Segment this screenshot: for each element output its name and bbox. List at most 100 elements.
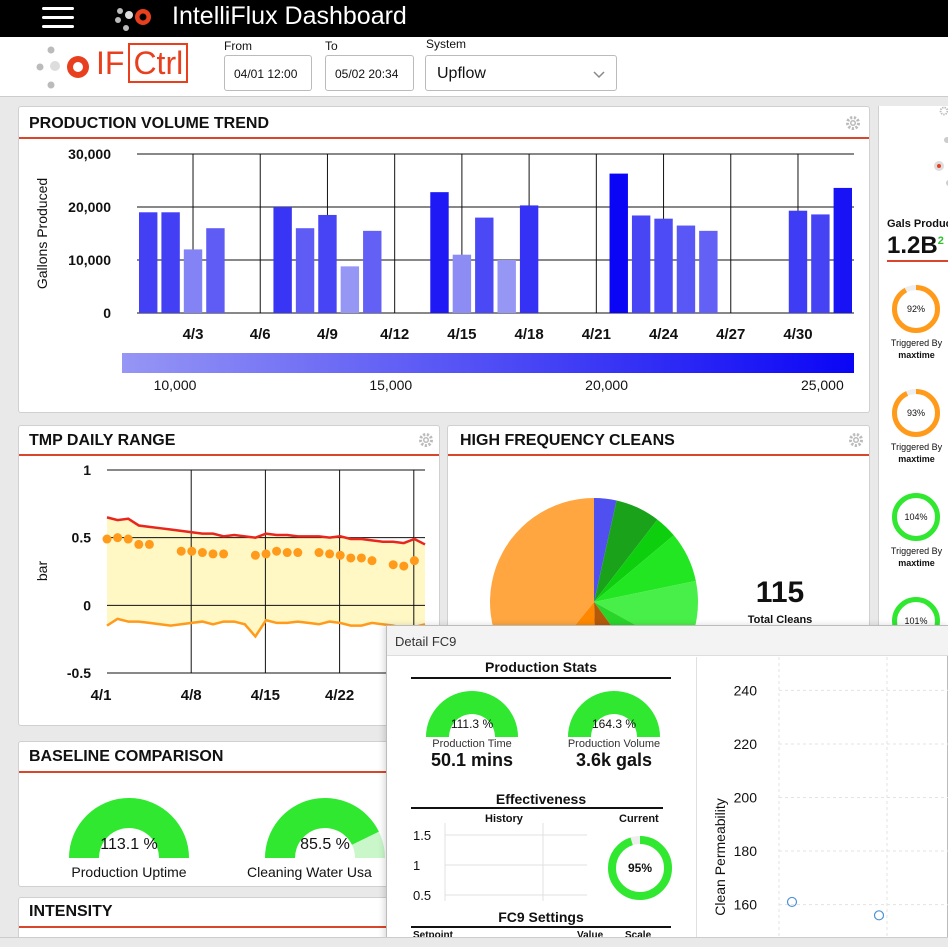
perm-tick-label: 200 [734,790,758,806]
avg-tmp-point [282,548,292,558]
detail-title: Detail FC9 [395,634,457,649]
current-effectiveness-value: 95% [627,861,653,875]
filter-bar: IF Ctrl From 04/01 12:00 To 05/02 20:34 S… [0,37,948,97]
avg-tmp-point [399,561,409,571]
x-tick-label: 4/27 [716,326,745,343]
from-date-input[interactable]: 04/01 12:00 [224,55,312,91]
avg-tmp-point [208,549,218,559]
avg-tmp-point [346,553,356,563]
avg-tmp-point [102,534,112,544]
gear-icon[interactable] [845,115,861,131]
panel-title-underline [19,926,439,928]
to-date-input[interactable]: 05/02 20:34 [325,55,414,91]
x-tick-label: 4/12 [380,326,409,343]
gals-produced-label: Gals Produc [887,218,948,230]
bar [699,230,718,313]
from-label: From [224,39,252,53]
clean-permeability-chart: 240 220 200 180 160 Clean Permeability [712,657,948,947]
gear-icon[interactable] [848,432,864,448]
triggered-by-label: Triggered By [890,442,943,452]
y-tick-label: 30,000 [68,146,111,162]
hfc-panel-title: HIGH FREQUENCY CLEANS [460,432,675,449]
x-tick-label: 4/6 [250,326,271,343]
total-cleans-value: 115 [755,576,805,609]
ifctrl-logo-text: IF Ctrl [96,43,189,83]
bar [206,228,225,313]
bar [788,210,808,313]
avg-tmp-point [250,550,260,560]
bar [363,230,382,313]
avg-tmp-point [409,556,419,566]
y-axis-label: bar [34,561,50,582]
production-volume-pct: 164.3 % [591,717,637,731]
production-volume-value: 3.6k gals [575,750,653,770]
tmp-daily-range-panel: TMP DAILY RANGE 10.50-0.54/14/84/154/224… [18,425,440,726]
x-tick-label: 4/3 [183,326,204,343]
y-tick-label: 10,000 [68,252,111,268]
intelliflux-mini-logo-icon [934,137,948,186]
perm-tick-label: 220 [734,736,758,752]
perm-tick-label: 180 [734,843,758,859]
perm-axis-label: Clean Permeability [712,798,728,916]
y-tick-label: 0.5 [72,530,92,546]
avg-tmp-point [176,546,186,556]
gals-underline [887,260,948,262]
bar [811,214,830,313]
bar [631,215,651,313]
bar [676,225,696,313]
gals-produced-value: 1.2B2 [887,232,944,259]
app-title: IntelliFlux Dashboard [172,2,407,30]
color-scale-label: 15,000 [369,377,412,393]
production-stats-title: Production Stats [484,659,597,675]
detail-stats-section: Production Stats 111.3 % Production Time… [387,657,695,947]
color-scale-bar [122,353,854,373]
avg-tmp-point [314,548,324,558]
avg-tmp-point [219,549,229,559]
color-scale-label: 10,000 [154,377,197,393]
bar [430,192,449,313]
triggered-by-user: maxtime [898,454,935,464]
triggered-by-user: maxtime [898,350,935,360]
bar [452,254,472,313]
production-time-value: 50.1 mins [430,750,514,770]
x-tick-label: 4/18 [515,326,544,343]
avg-tmp-point [388,560,398,570]
avg-tmp-point [144,539,154,549]
x-tick-label: 4/9 [317,326,338,343]
x-tick-label: 4/1 [91,687,112,704]
bar [318,214,337,313]
section-rule [411,807,663,809]
cleaning-water-usage-value: 85.5 % [300,836,350,853]
avg-tmp-point [123,534,133,544]
avg-tmp-point [134,539,144,549]
production-uptime-value: 113.1 % [100,836,158,853]
tmp-range-chart: 10.50-0.54/14/84/154/224/29bar [34,462,428,704]
perm-tick-label: 240 [734,682,758,698]
avg-tmp-point [197,548,207,558]
x-tick-label: 4/15 [251,687,280,704]
bar [654,218,673,313]
section-rule [411,677,671,679]
production-panel-title: PRODUCTION VOLUME TREND [29,115,269,132]
detail-header[interactable]: Detail FC9 [387,626,948,656]
tmp-panel-title: TMP DAILY RANGE [29,432,176,449]
x-tick-label: 4/24 [649,326,679,343]
to-label: To [325,39,338,53]
system-select[interactable]: Upflow [425,55,617,91]
gear-icon[interactable] [418,432,434,448]
y-tick-label: 20,000 [68,199,111,215]
avg-tmp-point [356,553,366,563]
x-tick-label: 4/30 [783,326,812,343]
system-label: System [426,37,467,51]
ifctrl-logo-icon [36,46,89,89]
y-tick-label: 0 [103,305,111,321]
production-volume-panel: PRODUCTION VOLUME TREND 30,000 20,000 10,0… [18,106,870,413]
color-scale-label: 25,000 [801,377,844,393]
hamburger-menu-icon[interactable] [42,6,74,30]
trigger-pct: 104% [904,512,928,522]
production-time-label: Production Time [432,738,512,750]
gear-icon[interactable] [939,106,948,116]
color-scale-label: 20,000 [585,377,628,393]
bar [340,266,360,313]
perm-point [873,910,885,921]
